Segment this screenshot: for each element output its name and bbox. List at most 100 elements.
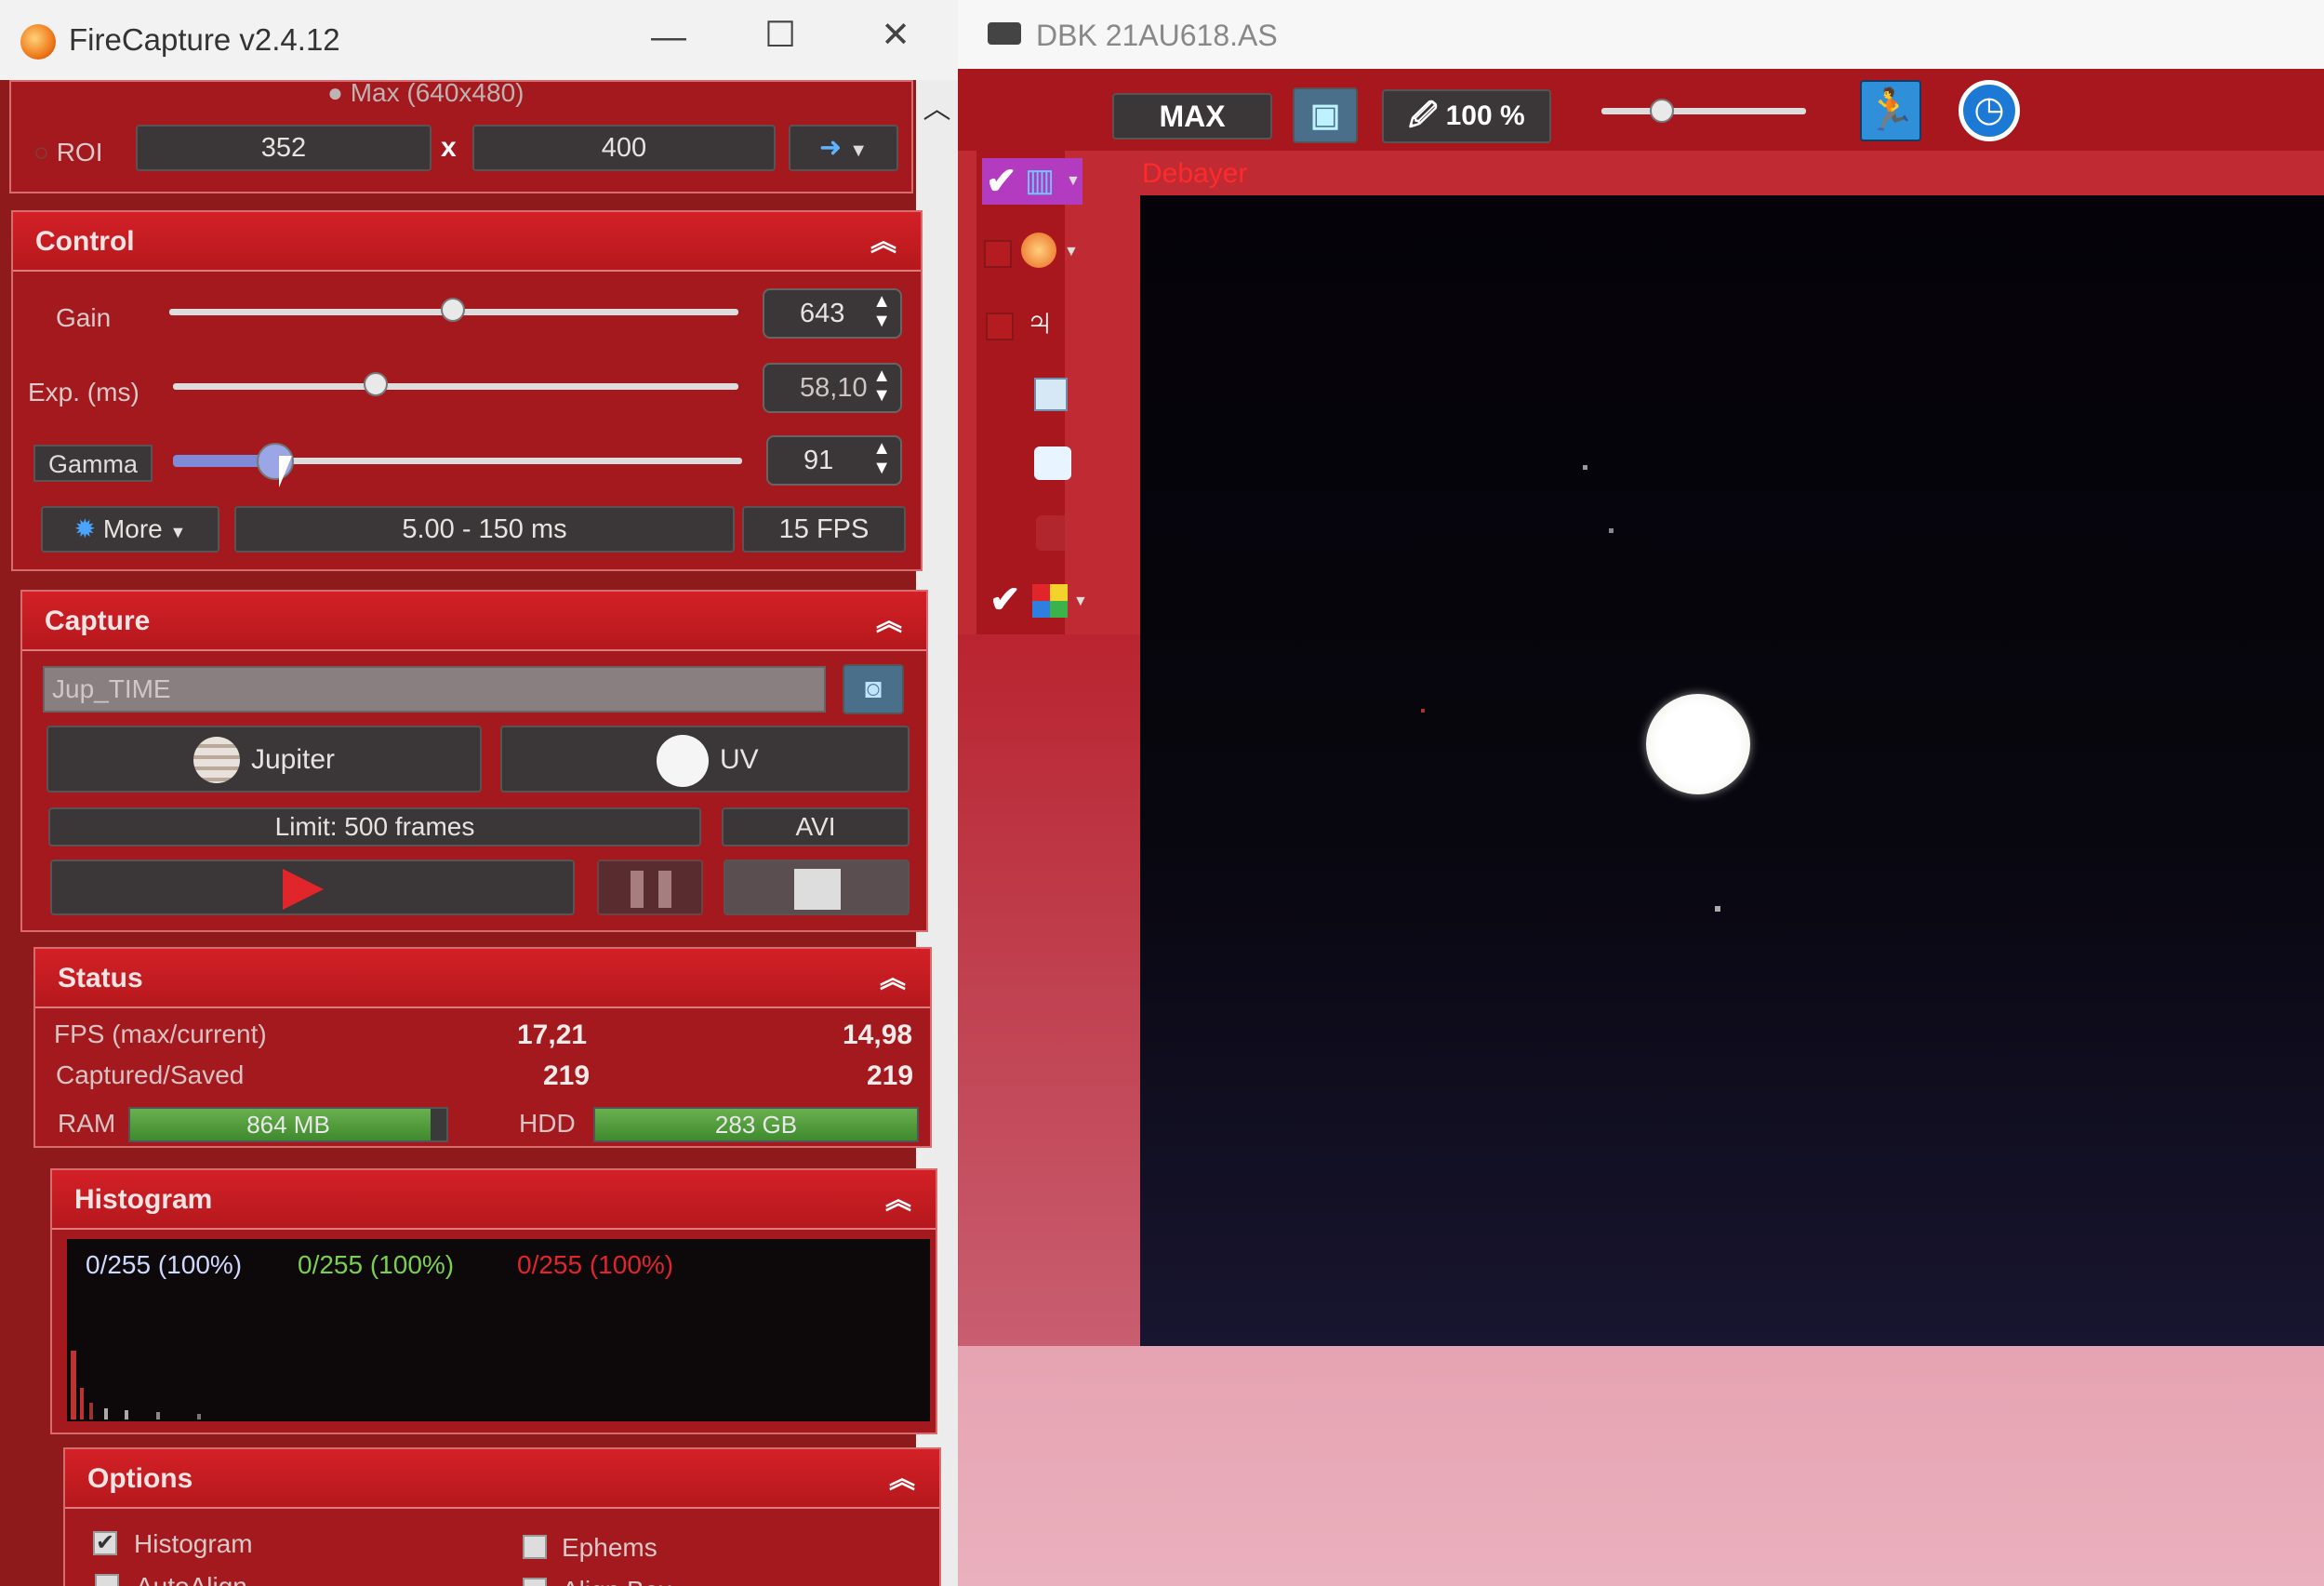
filter-select-button[interactable]: UV — [500, 726, 910, 793]
display-button[interactable]: ▣ — [1293, 87, 1358, 143]
trash-icon[interactable] — [1036, 515, 1068, 551]
roi-width-field[interactable]: 352 — [136, 125, 432, 171]
status-header[interactable]: Status ︽ — [35, 949, 930, 1008]
roi-apply-dropdown[interactable]: ➜ ▼ — [789, 125, 898, 171]
options-panel: Options ︽ ✔ Histogram Ephems AutoAlign A… — [63, 1447, 941, 1586]
clock-icon[interactable]: ◷ — [1959, 80, 2020, 141]
max-button[interactable]: MAX — [1112, 93, 1272, 140]
hdd-label: HDD — [519, 1109, 576, 1138]
collapse-icon[interactable]: ︽ — [889, 1449, 915, 1509]
camera-folder-button[interactable]: ◙ — [843, 664, 904, 714]
spin-arrows-icon[interactable]: ▲ ▼ — [872, 292, 891, 331]
stop-icon — [794, 869, 841, 910]
frame-limit-button[interactable]: Limit: 500 frames — [48, 807, 701, 846]
histogram-bar — [125, 1410, 128, 1419]
histogram-option-label: Histogram — [134, 1529, 253, 1558]
collapse-icon[interactable]: ︽ — [880, 949, 906, 1008]
fps-current-value: 14,98 — [843, 1020, 913, 1050]
gain-label: Gain — [56, 303, 112, 332]
title-bar: FireCapture v2.4.12 — ☐ ✕ — [0, 0, 958, 80]
preview-side-toolbar: ✔ ▥ ▼ ▼ ♃ ✔ ▼ — [976, 151, 1088, 634]
histogram-title: Histogram — [74, 1184, 213, 1215]
chevron-down-icon[interactable]: ▼ — [1064, 244, 1079, 260]
monitor-icon: ▣ — [1309, 98, 1341, 133]
preview-window-background — [958, 1346, 2324, 1586]
zoom-slider-knob[interactable] — [1650, 99, 1674, 123]
roi-label: ○ ROI — [33, 138, 103, 167]
live-preview-canvas[interactable] — [1140, 195, 2324, 1346]
chevron-down-icon[interactable]: ▼ — [1066, 173, 1081, 190]
histogram-header[interactable]: Histogram ︽ — [52, 1170, 936, 1230]
gamma-spinbox[interactable]: 91 ▲ ▼ — [766, 435, 902, 486]
captured-stat-label: Captured/Saved — [56, 1060, 245, 1089]
roi-height-field[interactable]: 400 — [472, 125, 776, 171]
histogram-panel: Histogram ︽ 0/255 (100%) 0/255 (100%) 0/… — [50, 1168, 937, 1434]
start-capture-button[interactable] — [50, 860, 575, 915]
ram-label: RAM — [58, 1109, 116, 1138]
zoom-button[interactable]: 🖉 100 % — [1382, 89, 1551, 143]
zoom-slider[interactable] — [1601, 108, 1806, 114]
capture-header[interactable]: Capture ︽ — [22, 592, 926, 651]
filter-wheel-icon — [657, 735, 709, 787]
pause-capture-button[interactable] — [597, 860, 703, 915]
stop-capture-button[interactable] — [724, 860, 910, 915]
autoalign-checkbox[interactable] — [95, 1574, 119, 1586]
histogram-bar — [80, 1388, 84, 1419]
more-button[interactable]: ✹ More ▼ — [41, 506, 219, 553]
object-select-button[interactable]: Jupiter — [46, 726, 482, 793]
exposure-slider[interactable] — [173, 383, 738, 390]
chevron-down-icon[interactable]: ▼ — [1073, 593, 1088, 610]
color-grid-icon[interactable] — [1032, 584, 1068, 618]
checkmark-icon[interactable]: ✔ — [986, 160, 1017, 203]
moon-dot — [1715, 906, 1720, 912]
capture-name-input[interactable]: Jup_TIME — [43, 666, 826, 713]
gain-value: 643 — [800, 299, 845, 328]
moon-dot — [1609, 528, 1614, 533]
radio-icon: ● — [327, 78, 343, 107]
minimize-button[interactable]: — — [636, 19, 701, 56]
planet-tool-checkbox[interactable] — [984, 240, 1012, 268]
roi-panel: ● Max (640x480) ○ ROI 352 x 400 ➜ ▼ — [9, 78, 913, 193]
exposure-spinbox[interactable]: 58,10 ▲ ▼ — [763, 363, 902, 413]
control-header[interactable]: Control ︽ — [13, 212, 921, 272]
ram-usage-bar: 864 MB — [128, 1107, 448, 1142]
jupiter-symbol-icon[interactable]: ♃ — [1025, 300, 1055, 344]
maximize-button[interactable]: ☐ — [748, 17, 813, 54]
ephems-checkbox[interactable] — [523, 1535, 547, 1559]
run-icon[interactable]: 🏃 — [1860, 80, 1921, 141]
histogram-checkbox[interactable]: ✔ — [93, 1531, 117, 1555]
alignbox-checkbox[interactable] — [523, 1578, 547, 1586]
autoalign-option-label: AutoAlign — [136, 1572, 247, 1586]
histogram-channel-2: 0/255 (100%) — [298, 1250, 455, 1279]
checkmark-icon[interactable]: ✔ — [989, 579, 1021, 621]
scroll-up-icon[interactable]: ︿ — [916, 86, 958, 127]
jupiter-tool-checkbox[interactable] — [986, 313, 1014, 340]
roi-mode-radio[interactable]: ● Max (640x480) — [327, 78, 524, 108]
jupiter-icon — [193, 737, 240, 783]
mouse-cursor-icon — [279, 456, 292, 487]
captured-value: 219 — [543, 1060, 591, 1091]
collapse-icon[interactable]: ︽ — [885, 1170, 911, 1230]
gain-slider-knob[interactable] — [441, 298, 465, 322]
histogram-tool-row[interactable]: ✔ ▥ ▼ — [982, 158, 1082, 205]
options-header[interactable]: Options ︽ — [65, 1449, 939, 1509]
spin-arrows-icon[interactable]: ▲ ▼ — [872, 439, 891, 478]
firecapture-logo-icon — [20, 24, 56, 60]
gain-spinbox[interactable]: 643 ▲ ▼ — [763, 288, 902, 339]
play-icon — [283, 869, 324, 910]
close-button[interactable]: ✕ — [863, 17, 928, 54]
camera-icon — [988, 22, 1021, 45]
format-button[interactable]: AVI — [722, 807, 910, 846]
chevron-down-icon: ▼ — [169, 523, 187, 541]
status-panel: Status ︽ FPS (max/current) 17,21 14,98 C… — [33, 947, 932, 1148]
collapse-icon[interactable]: ︽ — [876, 592, 902, 651]
bar-chart-icon[interactable]: ▥ — [1025, 162, 1055, 199]
planet-icon[interactable] — [1021, 233, 1056, 268]
note-icon[interactable] — [1034, 446, 1071, 480]
exposure-slider-knob[interactable] — [363, 372, 388, 396]
grid-icon[interactable] — [1034, 378, 1068, 411]
roi-separator: x — [441, 132, 457, 163]
spin-arrows-icon[interactable]: ▲ ▼ — [872, 367, 891, 406]
collapse-icon[interactable]: ︽ — [870, 212, 896, 272]
radio-icon[interactable]: ○ — [33, 138, 49, 167]
